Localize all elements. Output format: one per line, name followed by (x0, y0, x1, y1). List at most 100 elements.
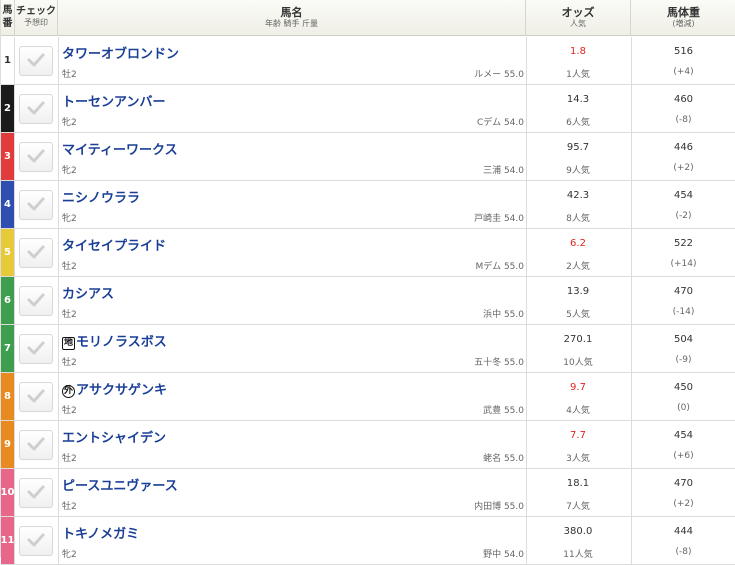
header-umaban: 馬番 (1, 0, 15, 36)
horse-name[interactable]: カシアス (62, 287, 114, 302)
table-header: 馬番 チェック 予想印 馬名 年齢 騎手 斤量 オッズ 人気 馬体重 (増減) (1, 0, 735, 36)
horse-name-link[interactable]: トキノメガミ (62, 523, 139, 542)
body-weight: 470 (673, 286, 694, 297)
prediction-check-button[interactable] (19, 478, 53, 508)
odds-value: 95.7 (566, 142, 590, 153)
horse-name[interactable]: エントシャイデン (62, 431, 166, 446)
divider (14, 133, 15, 180)
horse-name[interactable]: トキノメガミ (62, 527, 139, 542)
jockey-weight: 浜中 55.0 (483, 310, 524, 320)
popularity: 9人気 (566, 166, 590, 176)
horse-mark-badge: 地 (62, 337, 75, 350)
horse-name-link[interactable]: タワーオブロンドン (62, 43, 179, 62)
jockey-weight: 戸崎圭 54.0 (474, 214, 524, 224)
table-row: 11 トキノメガミ 牝2 野中 54.0 380.0 11人気 444 (-8) (1, 517, 735, 565)
divider (14, 277, 15, 324)
horse-mark-badge: 外 (62, 385, 75, 398)
divider (14, 181, 15, 228)
horse-name-link[interactable]: タイセイプライド (62, 235, 166, 254)
popularity: 6人気 (566, 118, 590, 128)
prediction-check-button[interactable] (19, 286, 53, 316)
prediction-check-button[interactable] (19, 430, 53, 460)
checkmark-icon (27, 532, 45, 551)
weight-change: (+6) (673, 451, 694, 461)
body-weight: 454 (673, 430, 694, 441)
body-weight: 450 (673, 382, 694, 393)
prediction-check-button[interactable] (19, 46, 53, 76)
body-weight: 470 (673, 478, 694, 489)
popularity: 4人気 (566, 406, 590, 416)
horse-name[interactable]: ピースユニヴァース (62, 479, 178, 494)
weight-change: (+2) (673, 163, 694, 173)
divider (14, 229, 15, 276)
umaban-cell: 3 (1, 133, 14, 180)
checkmark-icon (27, 196, 45, 215)
horse-name-link[interactable]: ニシノウララ (62, 187, 140, 206)
popularity: 2人気 (566, 262, 590, 272)
horse-name[interactable]: アサクサゲンキ (76, 383, 167, 398)
horse-name-link[interactable]: マイティーワークス (62, 139, 178, 158)
horse-name-link[interactable]: 地モリノラスボス (62, 331, 167, 350)
body-weight: 504 (673, 334, 694, 345)
checkmark-icon (27, 484, 45, 503)
divider (58, 373, 59, 420)
odds-value: 1.8 (570, 46, 586, 57)
jockey-weight: 武豊 55.0 (483, 406, 524, 416)
prediction-check-button[interactable] (19, 526, 53, 556)
sex-age: 牝2 (62, 550, 77, 560)
horse-name[interactable]: マイティーワークス (62, 143, 178, 158)
divider (14, 37, 15, 84)
sex-age: 牝2 (62, 166, 77, 176)
odds-value: 42.3 (566, 190, 590, 201)
sex-age: 牡2 (62, 358, 77, 368)
horse-name-link[interactable]: 外アサクサゲンキ (62, 379, 167, 398)
umaban-cell: 4 (1, 181, 14, 228)
prediction-check-button[interactable] (19, 238, 53, 268)
horse-name-link[interactable]: エントシャイデン (62, 427, 166, 446)
body-weight: 516 (673, 46, 694, 57)
table-row: 8 外アサクサゲンキ 牡2 武豊 55.0 9.7 4人気 450 (0) (1, 373, 735, 421)
header-horse: 馬名 年齢 騎手 斤量 (58, 0, 526, 36)
odds-value: 380.0 (563, 526, 593, 537)
divider (58, 181, 59, 228)
entry-table: 馬番 チェック 予想印 馬名 年齢 騎手 斤量 オッズ 人気 馬体重 (増減) … (0, 0, 735, 565)
checkmark-icon (27, 244, 45, 263)
table-row: 4 ニシノウララ 牝2 戸崎圭 54.0 42.3 8人気 454 (-2) (1, 181, 735, 229)
checkmark-icon (27, 148, 45, 167)
horse-name[interactable]: タイセイプライド (62, 239, 166, 254)
popularity: 10人気 (563, 358, 593, 368)
horse-name[interactable]: ニシノウララ (62, 191, 140, 206)
horse-name[interactable]: モリノラスボス (76, 335, 167, 350)
table-row: 1 タワーオブロンドン 牡2 ルメー 55.0 1.8 1人気 516 (+4) (1, 37, 735, 85)
horse-name[interactable]: トーセンアンバー (62, 95, 165, 110)
table-row: 10 ピースユニヴァース 牡2 内田博 55.0 18.1 7人気 470 (+… (1, 469, 735, 517)
divider (58, 421, 59, 468)
jockey-weight: 五十冬 55.0 (474, 358, 524, 368)
prediction-check-button[interactable] (19, 142, 53, 172)
prediction-check-button[interactable] (19, 334, 53, 364)
odds-value: 9.7 (570, 382, 586, 393)
horse-name-link[interactable]: カシアス (62, 283, 114, 302)
weight-change: (-14) (672, 307, 695, 317)
table-row: 9 エントシャイデン 牡2 蛯名 55.0 7.7 3人気 454 (+6) (1, 421, 735, 469)
prediction-check-button[interactable] (19, 94, 53, 124)
sex-age: 牡2 (62, 454, 77, 464)
sex-age: 牡2 (62, 70, 77, 80)
header-check: チェック 予想印 (15, 0, 58, 36)
sex-age: 牝2 (62, 118, 77, 128)
checkmark-icon (27, 340, 45, 359)
horse-name-link[interactable]: ピースユニヴァース (62, 475, 178, 494)
odds-value: 14.3 (566, 94, 590, 105)
prediction-check-button[interactable] (19, 190, 53, 220)
horse-name-link[interactable]: トーセンアンバー (62, 91, 165, 110)
horse-name[interactable]: タワーオブロンドン (62, 47, 179, 62)
divider (14, 421, 15, 468)
weight-change: (-8) (675, 547, 692, 557)
divider (58, 133, 59, 180)
jockey-weight: 内田博 55.0 (474, 502, 524, 512)
popularity: 5人気 (566, 310, 590, 320)
prediction-check-button[interactable] (19, 382, 53, 412)
popularity: 3人気 (566, 454, 590, 464)
divider (58, 229, 59, 276)
umaban-cell: 9 (1, 421, 14, 468)
